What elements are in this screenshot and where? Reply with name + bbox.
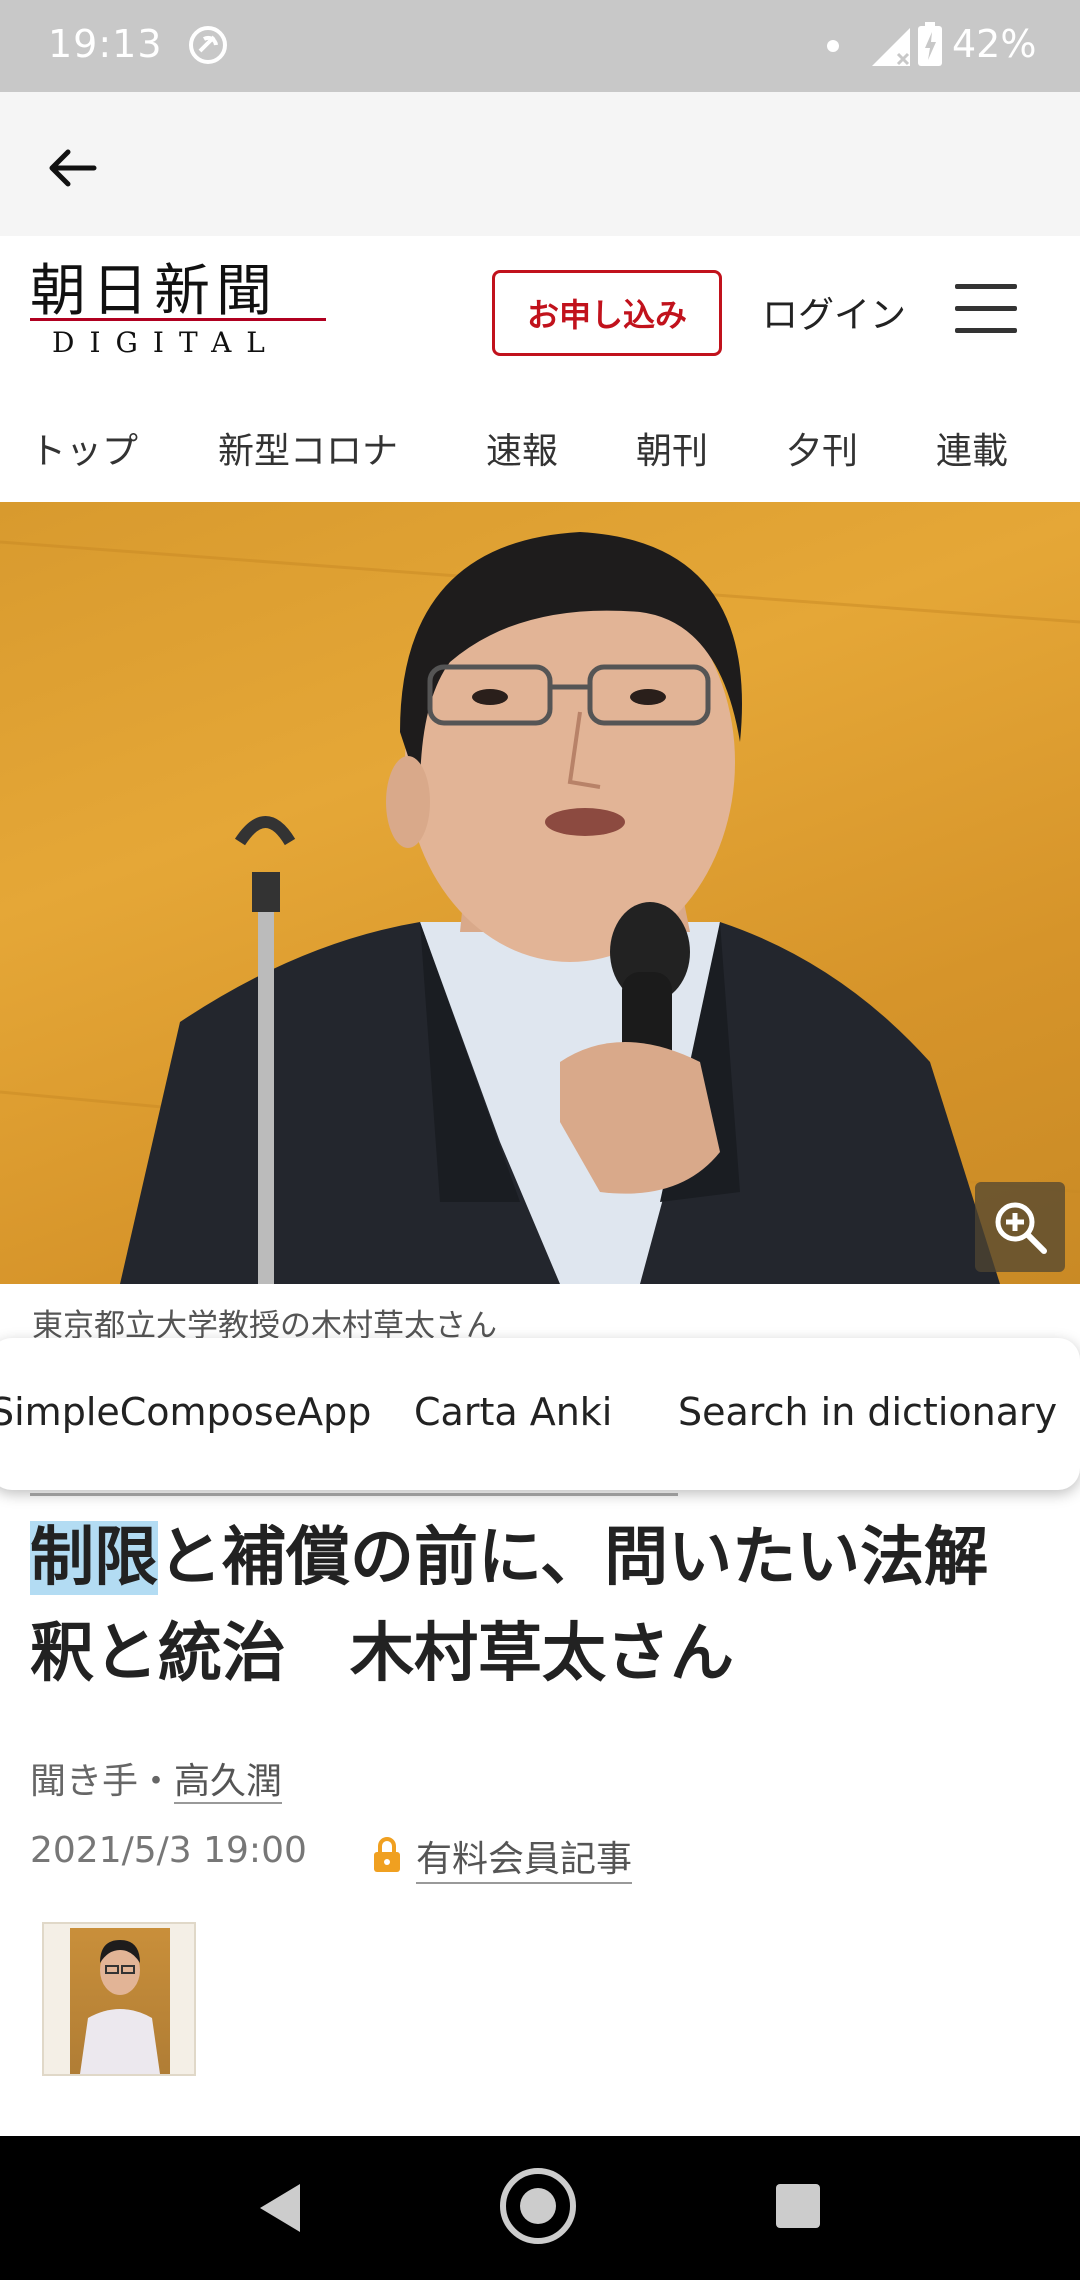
nav-home-icon[interactable]: [500, 2168, 576, 2244]
tab-morning[interactable]: 朝刊: [636, 422, 708, 474]
text-selection-menu: SimpleComposeApp Carta Anki Search in di…: [0, 1338, 1080, 1490]
app-bar: [0, 92, 1080, 236]
article-headline: 制限と補償の前に、問いたい法解釈と統治 木村草太さん: [30, 1521, 989, 1691]
publish-date: 2021/5/3 19:00: [30, 1830, 307, 1871]
battery-icon: [918, 22, 942, 66]
logo-underline: [30, 318, 326, 321]
byline: 聞き手・高久潤: [30, 1761, 283, 1804]
hamburger-menu-icon[interactable]: [955, 284, 1019, 338]
status-bar: 19:13 42%: [0, 0, 1080, 92]
subscribe-button[interactable]: お申し込み: [492, 270, 722, 356]
signal-icon: [872, 28, 910, 66]
tab-series[interactable]: 連載: [936, 422, 1008, 474]
tab-evening[interactable]: 夕刊: [786, 422, 858, 474]
speaker-photo: [0, 532, 1080, 1284]
article-hero-image[interactable]: [0, 502, 1080, 1284]
tab-breaking[interactable]: 速報: [486, 422, 558, 474]
author-link[interactable]: 高久潤: [174, 1761, 283, 1804]
zoom-in-button[interactable]: [975, 1182, 1065, 1272]
tab-covid[interactable]: 新型コロナ: [218, 422, 398, 474]
asahi-logo[interactable]: 朝日新聞 DIGITAL: [30, 262, 330, 372]
section-nav: トップ 新型コロナ 速報 朝刊 夕刊 連載: [0, 388, 1080, 505]
zoom-in-icon: [995, 1202, 1047, 1254]
paid-member-link[interactable]: 有料会員記事: [416, 1830, 633, 1884]
menu-item-simplecomposeapp[interactable]: SimpleComposeApp: [0, 1390, 371, 1434]
arrow-left-icon: [49, 149, 97, 187]
back-button[interactable]: [36, 132, 108, 204]
tab-top[interactable]: トップ: [30, 422, 138, 474]
login-link[interactable]: ログイン: [762, 286, 906, 338]
lock-icon: [374, 1837, 400, 1872]
status-time: 19:13: [48, 22, 163, 66]
site-header: 朝日新聞 DIGITAL お申し込み ログイン: [0, 236, 1080, 390]
author-thumbnail[interactable]: [42, 1922, 196, 2076]
menu-item-search-dictionary[interactable]: Search in dictionary: [678, 1390, 1057, 1434]
nav-back-icon[interactable]: [256, 2182, 304, 2234]
system-nav-bar: [0, 2136, 1080, 2280]
menu-item-carta-anki[interactable]: Carta Anki: [414, 1390, 612, 1434]
sync-icon: [189, 26, 227, 64]
person-thumbnail-icon: [80, 1940, 160, 2074]
divider: [30, 1493, 678, 1496]
nav-recents-icon[interactable]: [776, 2184, 820, 2228]
notification-dot-icon: [827, 40, 839, 52]
selected-text[interactable]: 制限: [30, 1521, 158, 1595]
battery-percent: 42%: [952, 22, 1037, 66]
